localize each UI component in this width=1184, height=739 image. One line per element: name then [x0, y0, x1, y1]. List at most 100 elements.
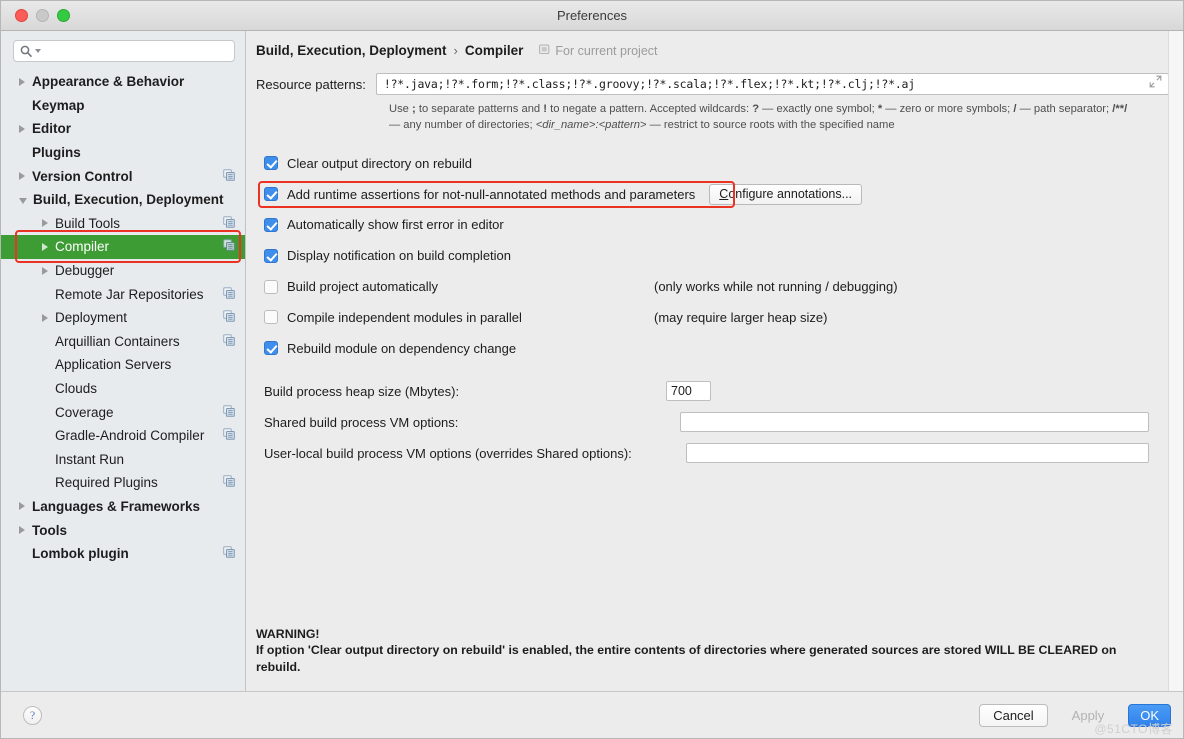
checkbox-label: Display notification on build completion — [287, 248, 512, 264]
cancel-button[interactable]: Cancel — [979, 703, 1048, 727]
sidebar-item-instant-run[interactable]: Instant Run — [1, 448, 245, 472]
sidebar-item-label: Editor — [32, 121, 71, 137]
sidebar-item-editor[interactable]: Editor — [1, 117, 245, 141]
sidebar-item-label: Version Control — [32, 168, 133, 184]
content-vertical-scrollbar[interactable] — [1168, 31, 1183, 691]
project-settings-icon — [223, 239, 235, 254]
field-label: Build process heap size (Mbytes): — [264, 383, 460, 399]
field-label: User-local build process VM options (ove… — [264, 445, 632, 461]
checkbox-checked-icon[interactable] — [264, 187, 278, 202]
configure-annotations-button[interactable]: Configure annotations... — [709, 183, 863, 205]
sidebar-item-debugger[interactable]: Debugger — [1, 259, 245, 283]
chevron-right-icon[interactable] — [19, 172, 25, 181]
checkbox-checked-icon[interactable] — [264, 217, 278, 232]
checkbox-row[interactable]: Rebuild module on dependency change — [264, 333, 1169, 364]
sidebar-item-lombok-plugin[interactable]: Lombok plugin — [1, 542, 245, 566]
checkbox-note: (only works while not running / debuggin… — [654, 279, 898, 295]
checkbox-row[interactable]: Compile independent modules in parallel (… — [264, 302, 1169, 333]
close-window-button[interactable] — [15, 9, 28, 22]
zoom-window-button[interactable] — [57, 9, 70, 22]
chevron-down-icon[interactable] — [19, 197, 27, 204]
checkbox-checked-icon[interactable] — [264, 156, 278, 171]
sidebar-item-clouds[interactable]: Clouds — [1, 377, 245, 401]
chevron-right-icon[interactable] — [19, 502, 25, 511]
compiler-settings-panel: Build, Execution, Deployment › Compiler … — [246, 31, 1183, 691]
minimize-window-button[interactable] — [36, 9, 49, 22]
sidebar-item-label: Build Tools — [55, 215, 121, 231]
warning-text: If option 'Clear output directory on reb… — [256, 643, 1117, 674]
field-input[interactable] — [680, 412, 1149, 433]
search-input[interactable] — [41, 42, 228, 60]
sidebar-item-label: Deployment — [55, 310, 128, 326]
help-button[interactable]: ? — [23, 705, 42, 725]
checkbox-label: Automatically show first error in editor — [287, 217, 504, 233]
sidebar-item-appearance-behavior[interactable]: Appearance & Behavior — [1, 70, 245, 94]
checkbox-label: Clear output directory on rebuild — [287, 155, 472, 171]
sidebar-item-label: Build, Execution, Deployment — [33, 192, 224, 208]
sidebar-item-keymap[interactable]: Keymap — [1, 94, 245, 118]
project-settings-icon — [223, 475, 235, 490]
sidebar-item-tools[interactable]: Tools — [1, 518, 245, 542]
expand-editor-icon[interactable] — [1149, 75, 1162, 93]
checkbox-unchecked-icon[interactable] — [264, 310, 278, 325]
checkbox-note: (may require larger heap size) — [654, 309, 828, 325]
sidebar-item-label: Tools — [32, 522, 67, 538]
sidebar-item-label: Application Servers — [55, 357, 172, 373]
checkbox-checked-icon[interactable] — [264, 248, 278, 263]
field-input[interactable] — [666, 381, 711, 402]
sidebar-item-version-control[interactable]: Version Control — [1, 164, 245, 188]
project-settings-icon — [223, 546, 235, 561]
checkbox-unchecked-icon[interactable] — [264, 279, 278, 294]
preferences-window: Preferences Appearance & Behavior Keymap E… — [0, 0, 1184, 739]
checkbox-checked-icon[interactable] — [264, 341, 278, 356]
sidebar-item-application-servers[interactable]: Application Servers — [1, 353, 245, 377]
window-body: Appearance & Behavior Keymap Editor Plugins… — [1, 31, 1183, 691]
hint-line-2: — any number of directories; <dir_name>:… — [389, 118, 895, 131]
checkbox-row[interactable]: Automatically show first error in editor — [264, 210, 1169, 241]
search-box[interactable] — [13, 40, 235, 62]
chevron-right-icon[interactable] — [42, 219, 48, 228]
checkbox-row[interactable]: Clear output directory on rebuild — [264, 148, 1169, 179]
sidebar-item-languages-frameworks[interactable]: Languages & Frameworks — [1, 495, 245, 519]
sidebar-item-label: Arquillian Containers — [55, 333, 180, 349]
field-input[interactable] — [686, 443, 1149, 464]
breadcrumb-current: Compiler — [464, 43, 524, 58]
resource-patterns-label: Resource patterns: — [256, 76, 366, 92]
chevron-right-icon[interactable] — [42, 313, 48, 322]
settings-tree: Appearance & Behavior Keymap Editor Plugins… — [1, 68, 245, 691]
settings-content: Build, Execution, Deployment › Compiler … — [246, 31, 1183, 691]
scope-indicator: For current project — [539, 43, 658, 58]
checkbox-label: Add runtime assertions for not-null-anno… — [287, 186, 696, 202]
scope-label: For current project — [555, 43, 658, 58]
project-settings-icon — [223, 310, 235, 325]
field-row: Build process heap size (Mbytes): — [264, 376, 1169, 407]
sidebar-search-wrap — [1, 31, 245, 68]
project-settings-icon — [223, 216, 235, 231]
sidebar-item-required-plugins[interactable]: Required Plugins — [1, 471, 245, 495]
sidebar-item-compiler[interactable]: Compiler — [1, 235, 245, 259]
sidebar-item-build-execution-deployment[interactable]: Build, Execution, Deployment — [1, 188, 245, 212]
checkbox-row[interactable]: Add runtime assertions for not-null-anno… — [258, 179, 1169, 210]
sidebar-item-arquillian-containers[interactable]: Arquillian Containers — [1, 330, 245, 354]
sidebar-item-remote-jar-repositories[interactable]: Remote Jar Repositories — [1, 282, 245, 306]
chevron-right-icon[interactable] — [19, 124, 25, 133]
project-settings-icon — [223, 286, 235, 302]
sidebar-item-label: Coverage — [55, 404, 114, 420]
chevron-right-icon[interactable] — [19, 526, 25, 535]
sidebar-item-gradle-android-compiler[interactable]: Gradle-Android Compiler — [1, 424, 245, 448]
project-settings-icon — [223, 334, 235, 349]
sidebar-item-build-tools[interactable]: Build Tools — [1, 212, 245, 236]
checkbox-row[interactable]: Build project automatically (only works w… — [264, 271, 1169, 302]
sidebar-item-coverage[interactable]: Coverage — [1, 400, 245, 424]
resource-patterns-input[interactable] — [381, 76, 1145, 92]
chevron-right-icon[interactable] — [19, 77, 25, 86]
sidebar-item-plugins[interactable]: Plugins — [1, 141, 245, 165]
sidebar-item-label: Plugins — [32, 145, 81, 161]
breadcrumb-root[interactable]: Build, Execution, Deployment — [256, 43, 447, 58]
chevron-right-icon[interactable] — [42, 242, 48, 251]
checkbox-row[interactable]: Display notification on build completion — [264, 240, 1169, 271]
resource-patterns-field[interactable] — [375, 73, 1169, 95]
chevron-right-icon[interactable] — [42, 266, 48, 275]
sidebar-item-deployment[interactable]: Deployment — [1, 306, 245, 330]
watermark: @51CTO博客 — [1094, 722, 1173, 736]
